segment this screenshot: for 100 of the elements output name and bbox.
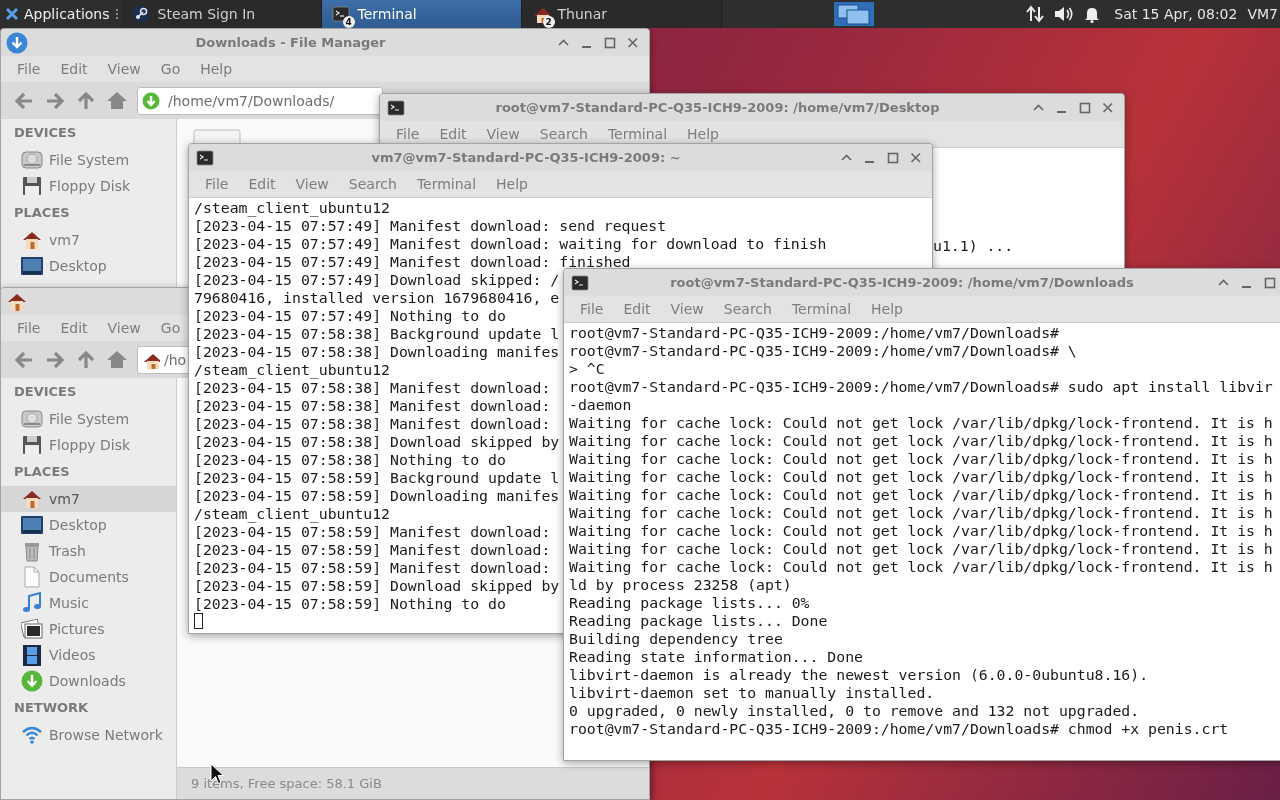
menu-item[interactable]: Search <box>713 301 782 317</box>
bell-icon[interactable] <box>1084 5 1101 23</box>
sidebar-item[interactable]: vm7 <box>1 227 176 253</box>
sidebar-item[interactable]: File System <box>1 406 176 432</box>
menu-item[interactable]: Edit <box>238 176 286 192</box>
menu-item[interactable]: Search <box>338 176 407 192</box>
download-icon <box>142 91 160 110</box>
menu-item[interactable]: View <box>285 176 339 192</box>
terminal-line: libvirt-daemon set to manually installed. <box>569 684 935 701</box>
menu-item[interactable]: Help <box>486 176 538 192</box>
photo-icon <box>21 618 43 640</box>
sidebar-item[interactable]: Desktop <box>1 253 176 279</box>
terminal-line: Waiting for cache lock: Could not get lock /var/lib/dpkg/lock-frontend. It is h <box>569 504 1273 521</box>
workspace-switcher-icon[interactable] <box>833 2 874 26</box>
menu-item[interactable]: Edit <box>613 301 661 317</box>
terminal-line: libvirt-daemon is already the newest version (6.0.0-0ubuntu8.16). <box>569 666 1149 683</box>
terminal-line: 0 upgraded, 0 newly installed, 0 to remove and 132 not upgraded. <box>569 702 1140 719</box>
terminal-line: [2023-04-15 07:58:38] Nothing to do <box>194 451 506 468</box>
section-heading: PLACES <box>13 463 71 481</box>
terminal-line: -daemon <box>569 396 632 413</box>
terminal-line: [2023-04-15 07:58:59] Download skipped by <box>194 577 560 594</box>
sidebar-item[interactable]: Desktop <box>1 512 176 538</box>
menu-item[interactable]: Go <box>150 320 191 336</box>
status-text: 9 items, Free space: 58.1 GiB <box>191 776 382 791</box>
volume-icon[interactable] <box>1054 5 1075 23</box>
menu-item[interactable]: Edit <box>50 61 98 77</box>
sidebar-item[interactable]: vm7 <box>1 486 176 512</box>
monitor-icon <box>21 514 43 536</box>
network-arrows-icon[interactable] <box>1026 5 1045 23</box>
terminal-line: [2023-04-15 07:58:38] Downloading manifes <box>194 343 560 360</box>
user-name[interactable]: VM7 <box>1247 6 1278 22</box>
section-heading: NETWORK <box>13 699 90 717</box>
sidebar-item[interactable]: File System <box>1 147 176 173</box>
menu-item[interactable]: Terminal <box>781 301 862 317</box>
menu-item[interactable]: File <box>7 320 51 336</box>
drive-icon <box>21 149 43 171</box>
menu-item[interactable]: File <box>195 176 239 192</box>
terminal-line: [2023-04-15 07:58:38] Background update l <box>194 325 560 342</box>
terminal-line: [2023-04-15 07:58:59] Manifest download: <box>194 559 551 576</box>
applications-button[interactable]: Applications <box>0 0 112 28</box>
menu-item[interactable]: View <box>97 320 151 336</box>
sidebar-item[interactable]: Pictures <box>1 616 176 642</box>
menu-item[interactable]: Go <box>150 61 191 77</box>
menu-item[interactable]: Help <box>190 61 243 77</box>
sidebar-item[interactable]: Videos <box>1 642 176 668</box>
terminal-line: Waiting for cache lock: Could not get lock /var/lib/dpkg/lock-frontend. It is h <box>569 414 1273 431</box>
up-icon[interactable] <box>75 348 97 371</box>
location-field[interactable]: /home/vm7/Downloads/ <box>137 86 383 115</box>
terminal-line: [2023-04-15 07:57:49] Download skipped: / <box>194 271 560 288</box>
logo-icon <box>4 6 20 22</box>
menu-item[interactable]: View <box>660 301 714 317</box>
terminal-line: /steam_client_ubuntu12 <box>194 361 390 378</box>
terminal-line: [2023-04-15 07:57:49] Manifest download: waiting for download to finish <box>194 235 827 252</box>
clock[interactable]: Sat 15 Apr, 08:02 <box>1114 6 1238 22</box>
terminal-line: Reading state information... Done <box>569 648 863 665</box>
sidebar-item[interactable]: Browse Network <box>1 722 176 748</box>
up-icon[interactable] <box>75 89 97 112</box>
menu-item[interactable]: Edit <box>50 320 98 336</box>
handle-icon[interactable] <box>114 8 119 20</box>
terminal-line: [2023-04-15 07:58:38] Manifest download: <box>194 415 551 432</box>
monitor-icon <box>21 255 43 277</box>
wifi-icon <box>21 724 43 746</box>
sidebar-item[interactable]: Music <box>1 590 176 616</box>
terminal-line: root@vm7-Standard-PC-Q35-ICH9-2009:/home/vm7/Downloads# <box>569 324 1059 341</box>
terminal-icon <box>331 5 350 23</box>
terminal-line: > ^C <box>569 360 605 377</box>
terminal-line: Waiting for cache lock: Could not get lock /var/lib/dpkg/lock-frontend. It is h <box>569 450 1273 467</box>
terminal-line: [2023-04-15 07:58:59] Manifest download: <box>194 523 551 540</box>
menu-item[interactable]: Terminal <box>597 126 678 142</box>
menu-item[interactable]: Terminal <box>406 176 487 192</box>
sidebar-item[interactable]: Floppy Disk <box>1 173 176 199</box>
taskbar-button[interactable]: 2 Thunar <box>521 0 722 28</box>
terminal-line: [2023-04-15 07:58:59] Background update l <box>194 469 560 486</box>
terminal-line: Waiting for cache lock: Could not get lock /var/lib/dpkg/lock-frontend. It is h <box>569 522 1273 539</box>
menu-item[interactable]: View <box>476 126 530 142</box>
sidebar-item[interactable]: Trash <box>1 538 176 564</box>
menu-item[interactable]: Help <box>861 301 913 317</box>
menu-item[interactable]: Edit <box>429 126 477 142</box>
home-icon[interactable] <box>106 348 128 371</box>
terminal-line: root@vm7-Standard-PC-Q35-ICH9-2009:/home/vm7/Downloads# sudo apt install libvir <box>569 378 1273 395</box>
menu-item[interactable]: Help <box>677 126 729 142</box>
download-icon <box>6 31 28 54</box>
menu-item[interactable]: View <box>97 61 151 77</box>
menu-item[interactable]: File <box>386 126 430 142</box>
terminal-line: root@vm7-Standard-PC-Q35-ICH9-2009:/home/vm7/Downloads# chmod +x penis.crt <box>569 720 1229 737</box>
home-icon[interactable] <box>106 89 128 112</box>
sidebar-item[interactable]: Downloads <box>1 668 176 694</box>
window-title: root@vm7-Standard-PC-Q35-ICH9-2009: /home/vm7/Desktop <box>494 100 941 115</box>
menu-item[interactable]: File <box>7 61 51 77</box>
terminal-line: root@vm7-Standard-PC-Q35-ICH9-2009:/home/vm7/Downloads# \ <box>569 342 1077 359</box>
terminal-line: 79680416, installed version 1679680416, e <box>194 289 560 306</box>
music-note-icon <box>21 592 43 614</box>
taskbar-button[interactable]: Steam Sign In <box>121 0 322 28</box>
taskbar-button[interactable]: 4 Terminal <box>321 0 522 28</box>
sidebar-item[interactable]: Documents <box>1 564 176 590</box>
sidebar-item[interactable]: Floppy Disk <box>1 432 176 458</box>
menu-item[interactable]: File <box>570 301 614 317</box>
menu-item[interactable]: Search <box>529 126 598 142</box>
terminal-line: [2023-04-15 07:57:49] Nothing to do <box>194 307 506 324</box>
window-title: root@vm7-Standard-PC-Q35-ICH9-2009: /home/vm7/Downloads <box>669 275 1135 290</box>
